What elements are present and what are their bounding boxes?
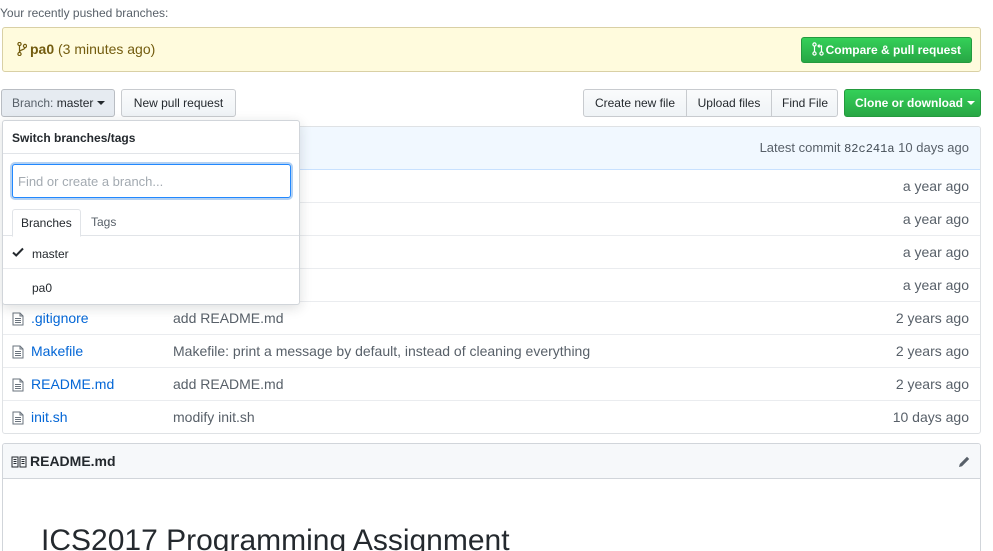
branch-item-pa0[interactable]: pa0 <box>3 270 299 303</box>
file-icon <box>12 312 24 326</box>
file-age: 10 days ago <box>892 409 969 425</box>
branch-select-button[interactable]: Branch: master <box>1 89 115 117</box>
readme-heading: ICS2017 Programming Assignment <box>41 524 510 551</box>
caret-down-icon <box>967 101 975 105</box>
pull-request-icon <box>811 42 824 56</box>
branch-filter-input[interactable] <box>12 164 291 198</box>
file-age: 2 years ago <box>895 343 969 359</box>
table-row: .gitignore add README.md 2 years ago <box>3 302 980 335</box>
pushed-branch-name[interactable]: pa0 <box>30 41 54 57</box>
book-icon <box>11 456 27 468</box>
dropdown-tabs: Branches Tags <box>3 209 299 237</box>
branch-item-label: master <box>32 247 69 261</box>
file-icon <box>12 411 24 425</box>
latest-commit-label: Latest commit <box>759 140 841 155</box>
file-link[interactable]: init.sh <box>31 409 68 425</box>
tab-branches[interactable]: Branches <box>12 209 81 237</box>
branch-current: master <box>56 96 94 110</box>
file-link[interactable]: .gitignore <box>31 310 89 326</box>
branch-item-master[interactable]: master <box>3 236 299 269</box>
recently-pushed-banner: pa0 (3 minutes ago) Compare & pull reque… <box>2 27 981 72</box>
commit-message-link[interactable]: add README.md <box>173 376 283 392</box>
dropdown-title: Switch branches/tags <box>12 131 136 145</box>
new-pull-request-button[interactable]: New pull request <box>121 89 236 117</box>
readme-header: README.md <box>3 444 980 479</box>
file-age: a year ago <box>902 178 969 194</box>
commit-age: 10 days ago <box>898 140 969 155</box>
commit-message-link[interactable]: modify init.sh <box>173 409 255 425</box>
file-age: 2 years ago <box>895 310 969 326</box>
compare-pull-request-button[interactable]: Compare & pull request <box>800 37 972 63</box>
file-icon <box>12 345 24 359</box>
commit-message-link[interactable]: Makefile: print a message by default, in… <box>173 343 590 359</box>
recently-pushed-label: Your recently pushed branches: <box>0 6 169 20</box>
file-age: 2 years ago <box>895 376 969 392</box>
pushed-branch-time: (3 minutes ago) <box>58 41 156 57</box>
compare-button-label: Compare & pull request <box>825 43 961 57</box>
check-icon <box>12 247 24 257</box>
branch-prefix: Branch: <box>12 96 54 110</box>
table-row: Makefile Makefile: print a message by de… <box>3 335 980 368</box>
table-row: init.sh modify init.sh 10 days ago <box>3 401 980 433</box>
pencil-icon[interactable] <box>956 454 972 470</box>
commit-message-link[interactable]: add README.md <box>173 310 283 326</box>
find-file-button[interactable]: Find File <box>771 89 838 117</box>
readme-panel: README.md ICS2017 Programming Assignment <box>2 443 981 551</box>
create-new-file-button[interactable]: Create new file <box>583 89 687 117</box>
caret-down-icon <box>97 101 106 105</box>
clone-label: Clone or download <box>855 96 963 110</box>
file-age: a year ago <box>902 244 969 260</box>
clone-download-button[interactable]: Clone or download <box>844 89 981 117</box>
table-row: README.md add README.md 2 years ago <box>3 368 980 401</box>
file-age: a year ago <box>902 211 969 227</box>
latest-commit: Latest commit 82c241a 10 days ago <box>760 140 969 156</box>
dropdown-header: Switch branches/tags <box>3 121 299 154</box>
branch-switch-dropdown: Switch branches/tags Branches Tags maste… <box>2 120 300 305</box>
commit-sha-link[interactable]: 82c241a <box>844 142 894 156</box>
branch-icon <box>17 42 27 56</box>
branch-item-label: pa0 <box>32 281 53 295</box>
file-link[interactable]: README.md <box>31 376 114 392</box>
readme-title: README.md <box>30 453 116 469</box>
file-icon <box>12 378 24 392</box>
file-age: a year ago <box>902 277 969 293</box>
upload-files-button[interactable]: Upload files <box>686 89 772 117</box>
file-link[interactable]: Makefile <box>31 343 83 359</box>
pushed-branch-info: pa0 (3 minutes ago) <box>17 41 155 57</box>
tab-tags[interactable]: Tags <box>83 209 124 236</box>
